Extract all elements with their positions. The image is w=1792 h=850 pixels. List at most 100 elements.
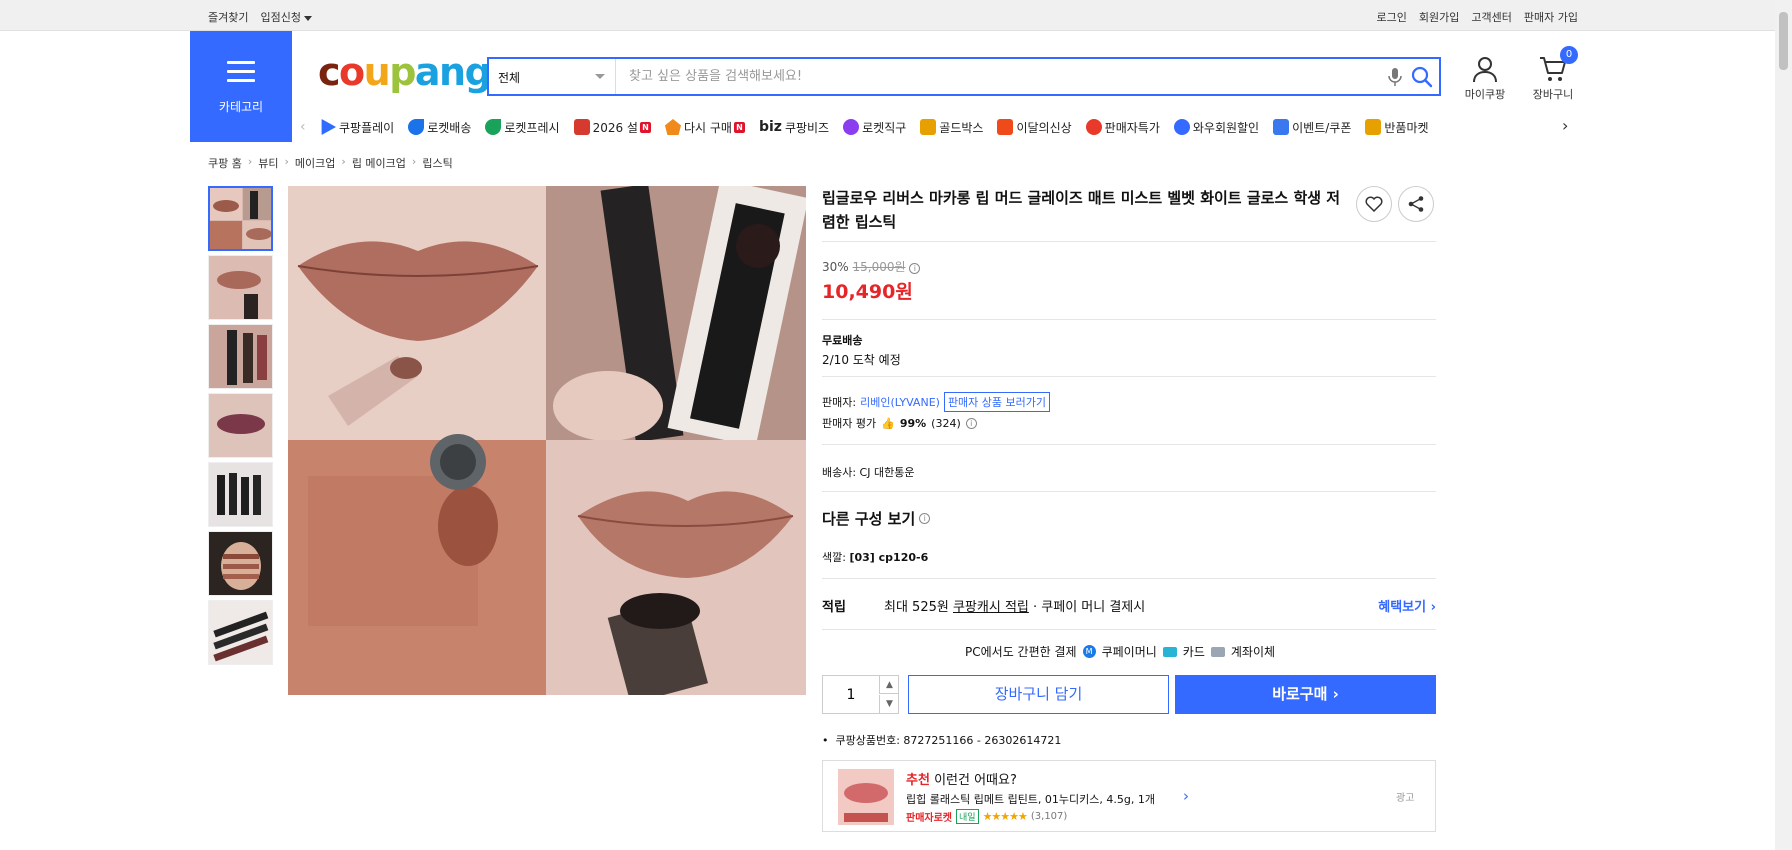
tomorrow-badge: 내일 <box>956 809 979 824</box>
star-rating-icon: ★★★★★ <box>982 810 1028 823</box>
nav-item-rocket-global[interactable]: 로켓직구 <box>843 119 906 136</box>
mycoupang-button[interactable]: 마이쿠팡 <box>1460 55 1510 102</box>
nav-label: 이벤트/쿠폰 <box>1292 120 1352 135</box>
category-button[interactable]: 카테고리 <box>190 31 292 142</box>
vendor-signup-link[interactable]: 입점신청 <box>260 9 312 25</box>
thumbnail-2[interactable] <box>208 255 273 320</box>
nav-item-seller-deals[interactable]: 판매자특가 <box>1085 119 1160 136</box>
reward-label: 적립 <box>822 600 846 615</box>
nav-item-rocket-delivery[interactable]: 로켓배송 <box>408 119 471 136</box>
nav-item-coupangplay[interactable]: 쿠팡플레이 <box>320 119 394 136</box>
add-to-cart-button[interactable]: 장바구니 담기 <box>908 675 1169 714</box>
breadcrumb: 쿠팡 홈 › 뷰티 › 메이크업 › 립 메이크업 › 립스틱 <box>208 155 453 171</box>
search-bar: 전체 <box>487 57 1441 96</box>
share-button[interactable] <box>1398 186 1434 222</box>
quantity-input[interactable] <box>823 676 879 713</box>
seller-rating-value: 99% <box>899 416 927 430</box>
shipping-title: 무료배송 <box>822 334 863 347</box>
nav-next-icon[interactable]: › <box>1562 116 1568 135</box>
page-scrollbar[interactable] <box>1775 0 1792 850</box>
divider <box>822 491 1436 492</box>
vendor-signup-label: 입점신청 <box>260 11 301 24</box>
thumbnail-5[interactable] <box>208 462 273 527</box>
share-icon <box>1408 196 1424 212</box>
nav-label: 반품마켓 <box>1384 120 1429 135</box>
nav-item-events-coupons[interactable]: 이벤트/쿠폰 <box>1273 119 1351 136</box>
reward-amount: 최대 525원 <box>884 600 949 615</box>
info-icon[interactable]: i <box>919 513 931 524</box>
seller-rating-count: (324) <box>931 416 961 430</box>
product-number-row: • 쿠팡상품번호: 8727251166 - 26302614721 <box>822 732 1061 748</box>
color-option[interactable]: 색깔: [03] cp120-6 <box>822 549 928 565</box>
review-count: (3,107) <box>1030 811 1068 822</box>
bullet-icon: • <box>822 734 836 747</box>
customer-center-link[interactable]: 고객센터 <box>1471 9 1511 25</box>
market-icon <box>1365 119 1382 135</box>
heart-icon <box>1365 196 1383 212</box>
login-link[interactable]: 로그인 <box>1377 9 1407 25</box>
thumbnail-4[interactable] <box>208 393 273 458</box>
nav-label: 다시 구매 <box>683 120 732 135</box>
utility-bar: 즐겨찾기 입점신청 로그인 회원가입 고객센터 판매자 가입 <box>0 0 1775 31</box>
nav-item-rocket-fresh[interactable]: 로켓프레시 <box>485 119 560 136</box>
seller-name-link[interactable]: 리베인(LYVANE) <box>860 394 940 410</box>
seller-signup-link[interactable]: 판매자 가입 <box>1524 9 1578 25</box>
new-badge: N <box>733 121 745 133</box>
quantity-down-icon[interactable]: ▼ <box>879 695 899 713</box>
wishlist-button[interactable] <box>1356 186 1392 222</box>
search-icon[interactable] <box>1410 65 1434 89</box>
thumbnail-6[interactable] <box>208 531 273 596</box>
quantity-up-icon[interactable]: ▲ <box>879 676 899 694</box>
nav-item-2026-seol[interactable]: 2026 설N <box>573 119 651 136</box>
card-icon <box>1162 646 1177 657</box>
breadcrumb-separator: › <box>411 155 417 168</box>
benefit-link[interactable]: 혜택보기 › <box>1378 596 1436 615</box>
nav-label: 2026 설 <box>592 120 638 135</box>
nav-item-coupang-biz[interactable]: biz 쿠팡비즈 <box>759 119 829 136</box>
breadcrumb-separator: › <box>284 155 289 168</box>
breadcrumb-home[interactable]: 쿠팡 홈 <box>208 155 242 171</box>
nav-item-rebuy[interactable]: 다시 구매 N <box>664 119 745 136</box>
breadcrumb-lipstick[interactable]: 립스틱 <box>422 155 452 171</box>
nav-item-return-market[interactable]: 반품마켓 <box>1365 119 1429 136</box>
breadcrumb-beauty[interactable]: 뷰티 <box>258 155 278 171</box>
breadcrumb-makeup[interactable]: 메이크업 <box>295 155 335 171</box>
thumbnail-7[interactable] <box>208 600 273 665</box>
info-icon[interactable]: i <box>965 417 977 429</box>
mycoupang-label: 마이쿠팡 <box>1464 88 1506 101</box>
thumbnail-1[interactable] <box>208 186 273 251</box>
breadcrumb-lip-makeup[interactable]: 립 메이크업 <box>352 155 406 171</box>
recommendation-image <box>838 769 894 825</box>
recommendation-meta: 판매자로켓 내일 ★★★★★ (3,107) <box>906 809 1067 824</box>
info-icon[interactable]: i <box>909 263 921 274</box>
nav-label: 쿠팡비즈 <box>784 120 830 135</box>
product-main-image[interactable] <box>288 186 806 695</box>
thumbnail-3[interactable] <box>208 324 273 389</box>
chevron-right-icon[interactable]: › <box>1183 787 1189 805</box>
bank-transfer-icon <box>1210 646 1225 657</box>
buy-now-button[interactable]: 바로구매 › <box>1175 675 1436 714</box>
product-page: 즐겨찾기 입점신청 로그인 회원가입 고객센터 판매자 가입 카테고리 coup… <box>0 0 1792 850</box>
bookmark-link[interactable]: 즐겨찾기 <box>208 9 248 25</box>
seller-rating-label: 판매자 평가 <box>822 417 877 430</box>
nav-prev-icon[interactable]: ‹ <box>300 119 320 135</box>
seller-products-link[interactable]: 판매자 상품 보러가기 <box>943 392 1051 412</box>
shopping-bag-icon <box>997 119 1014 135</box>
bank-transfer-label: 계좌이체 <box>1230 645 1276 659</box>
recommendation-card[interactable]: 추천 이런건 어때요? 립힙 롤래스틱 립메트 립틴트, 01누디키스, 4.5… <box>822 760 1436 832</box>
microphone-icon[interactable] <box>1386 67 1404 87</box>
nav-item-wow-discount[interactable]: 와우회원할인 <box>1173 119 1259 136</box>
divider <box>822 319 1436 320</box>
coupang-cash-link[interactable]: 쿠팡캐시 적립 <box>953 596 1029 615</box>
category-label: 카테고리 <box>218 100 264 114</box>
divider <box>822 578 1436 579</box>
scrollbar-thumb[interactable] <box>1779 12 1788 70</box>
coupang-logo[interactable]: coupang <box>318 52 492 92</box>
nav-item-new-arrivals[interactable]: 이달의신상 <box>997 119 1072 136</box>
sale-price: 10,490원 <box>822 281 913 303</box>
signup-link[interactable]: 회원가입 <box>1419 9 1459 25</box>
search-category-select[interactable]: 전체 <box>489 59 616 94</box>
nav-item-goldbox[interactable]: 골드박스 <box>920 119 983 136</box>
search-input[interactable] <box>629 65 1349 88</box>
coupay-money-label: 쿠페이머니 <box>1101 645 1157 659</box>
